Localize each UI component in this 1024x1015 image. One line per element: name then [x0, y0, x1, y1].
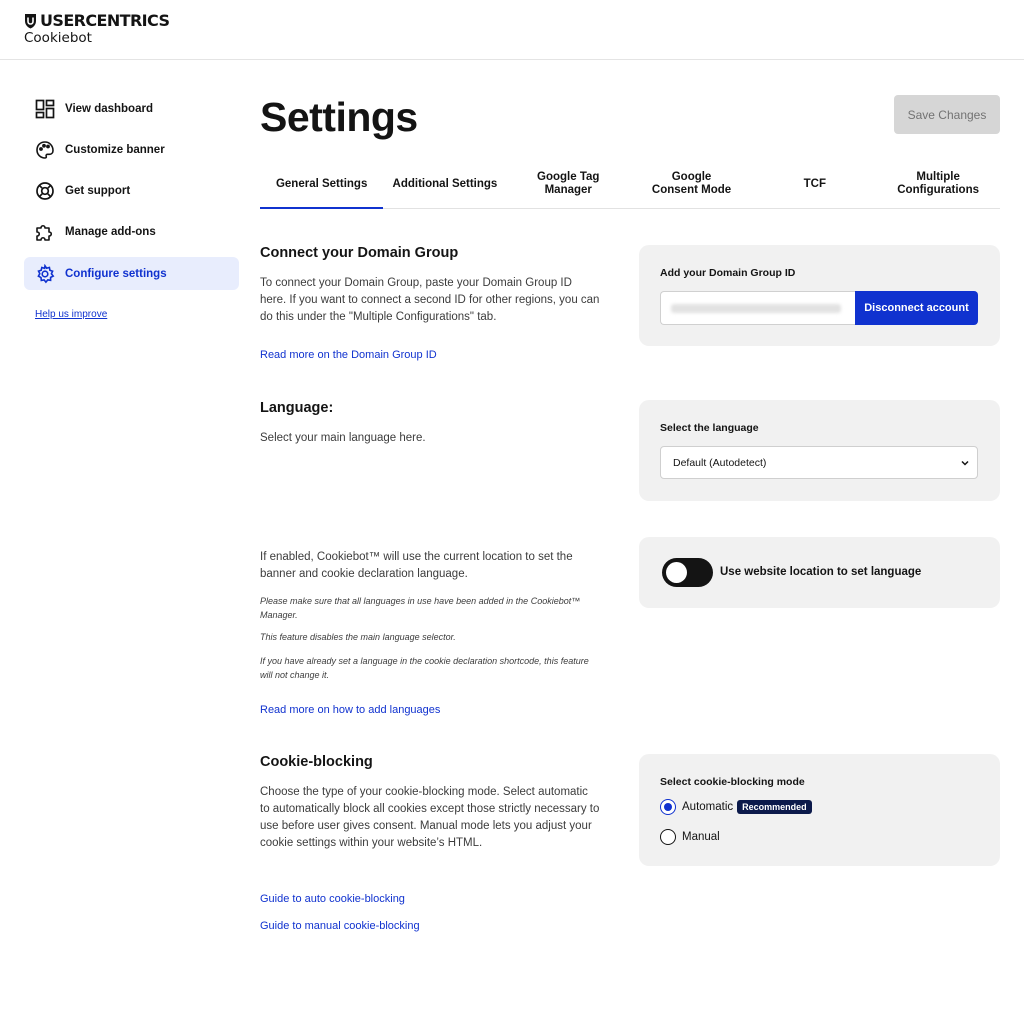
chevron-down-icon — [961, 460, 969, 466]
add-languages-link[interactable]: Read more on how to add languages — [260, 704, 440, 716]
location-description: If enabled, Cookiebot™ will use the curr… — [260, 551, 573, 580]
language-select-label: Select the language — [660, 422, 759, 434]
tab-general-settings[interactable]: General Settings — [260, 160, 384, 209]
save-changes-button[interactable]: Save Changes — [894, 95, 1000, 134]
sidebar-item-label: Customize banner — [65, 143, 165, 156]
page-title: Settings — [260, 94, 418, 140]
location-note-disables-selector: This feature disables the main language … — [260, 632, 456, 642]
language-select[interactable]: Default (Autodetect) — [660, 446, 978, 479]
language-card: Select the language Default (Autodetect) — [639, 400, 1000, 501]
tab-multiple-configurations[interactable]: Multiple Configurations — [876, 160, 999, 208]
location-note-shortcode: If you have already set a language in th… — [260, 656, 589, 680]
language-title: Language: — [260, 400, 334, 416]
help-us-improve-link[interactable]: Help us improve — [35, 309, 107, 320]
dashboard-icon — [35, 99, 55, 119]
sidebar-item-label: Configure settings — [65, 267, 167, 280]
sidebar-item-label: Get support — [65, 185, 131, 198]
sidebar-item-configure-settings[interactable]: Configure settings — [24, 257, 239, 291]
language-description: Select your main language here. — [260, 432, 426, 444]
manual-cookie-blocking-guide-link[interactable]: Guide to manual cookie-blocking — [260, 920, 420, 932]
sidebar-item-label: Manage add-ons — [65, 226, 156, 239]
settings-tabs: General Settings Additional Settings Goo… — [260, 160, 1000, 209]
tab-google-consent-mode[interactable]: Google Consent Mode — [630, 160, 753, 208]
location-card: Use website location to set language — [639, 537, 1000, 608]
auto-cookie-blocking-guide-link[interactable]: Guide to auto cookie-blocking — [260, 893, 405, 905]
sidebar-item-label: View dashboard — [65, 102, 153, 115]
domain-group-id-input[interactable] — [660, 291, 856, 325]
shield-logo-icon — [25, 14, 36, 29]
language-select-value: Default (Autodetect) — [673, 456, 767, 469]
radio-automatic[interactable]: Automatic Recommended — [660, 799, 812, 815]
sidebar-item-view-dashboard[interactable]: View dashboard — [24, 92, 239, 125]
domain-group-read-more-link[interactable]: Read more on the Domain Group ID — [260, 349, 437, 361]
disconnect-account-button[interactable]: Disconnect account — [855, 291, 978, 325]
usercentrics-logo[interactable]: USERCENTRICS Cookiebot — [24, 11, 170, 47]
domain-group-description: To connect your Domain Group, paste your… — [260, 277, 600, 323]
radio-manual-label: Manual — [682, 831, 720, 843]
tab-google-tag-manager[interactable]: Google Tag Manager — [507, 160, 630, 208]
top-bar: USERCENTRICS Cookiebot — [0, 0, 1024, 60]
sidebar-item-manage-addons[interactable]: Manage add-ons — [24, 216, 239, 249]
radio-manual[interactable]: Manual — [660, 829, 720, 845]
puzzle-icon — [35, 222, 55, 242]
tab-additional-settings[interactable]: Additional Settings — [383, 160, 506, 208]
tab-tcf[interactable]: TCF — [753, 160, 876, 208]
brand-name: USERCENTRICS — [40, 11, 170, 30]
sidebar-item-get-support[interactable]: Get support — [24, 175, 239, 208]
radio-automatic-button[interactable] — [660, 799, 676, 815]
redacted-id-value — [671, 304, 841, 313]
domain-group-title: Connect your Domain Group — [260, 245, 459, 261]
cookie-blocking-card: Select cookie-blocking mode Automatic Re… — [639, 754, 1000, 866]
lifebuoy-icon — [35, 181, 55, 201]
sidebar-item-customize-banner[interactable]: Customize banner — [24, 133, 239, 166]
toggle-knob — [666, 562, 687, 583]
recommended-badge: Recommended — [737, 800, 812, 814]
radio-manual-button[interactable] — [660, 829, 676, 845]
palette-icon — [35, 140, 55, 160]
cookie-blocking-title: Cookie-blocking — [260, 754, 373, 770]
product-name: Cookiebot — [24, 30, 92, 46]
gear-icon — [35, 263, 55, 284]
domain-group-card: Add your Domain Group ID Disconnect acco… — [639, 245, 1000, 346]
location-toggle-label: Use website location to set language — [720, 566, 922, 578]
location-language-toggle[interactable] — [662, 558, 713, 587]
cookie-blocking-description: Choose the type of your cookie-blocking … — [260, 786, 600, 849]
sidebar: View dashboard Customize banner Get supp… — [24, 92, 239, 320]
domain-group-id-label: Add your Domain Group ID — [660, 267, 796, 279]
radio-automatic-label: Automatic — [682, 801, 734, 813]
cookie-blocking-mode-label: Select cookie-blocking mode — [660, 776, 805, 788]
location-note-languages: Please make sure that all languages in u… — [260, 596, 581, 620]
